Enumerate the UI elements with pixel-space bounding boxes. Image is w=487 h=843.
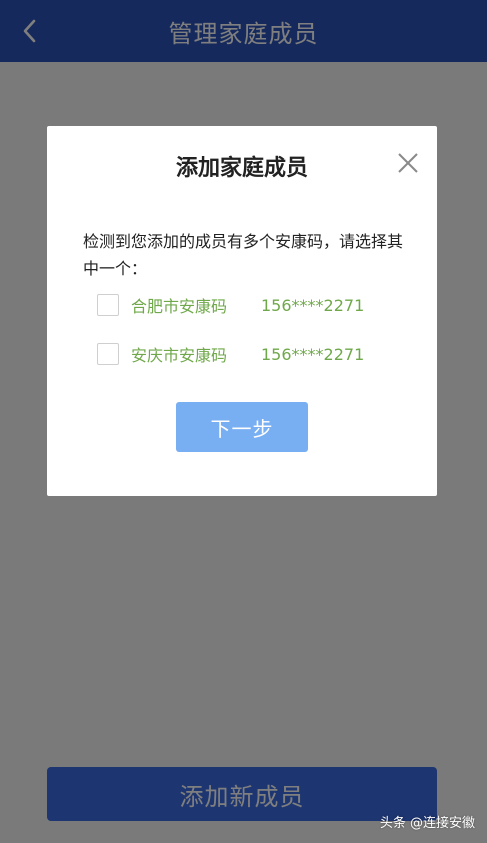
close-icon <box>398 153 418 173</box>
option-name: 合肥市安康码 <box>131 297 228 316</box>
option-phone: 156****2271 <box>261 295 365 315</box>
watermark: 头条 @连接安徽 <box>379 816 475 831</box>
checkbox[interactable] <box>97 343 119 365</box>
option-name: 安庆市安康码 <box>131 346 228 365</box>
next-step-button[interactable]: 下一步 <box>176 402 308 452</box>
dialog-title: 添加家庭成员 <box>175 156 308 181</box>
add-family-member-dialog: 添加家庭成员 检测到您添加的成员有多个安康码，请选择其中一个： 合肥市安康码 1… <box>47 126 437 496</box>
checkbox[interactable] <box>97 294 119 316</box>
option-anqing[interactable]: 安庆市安康码 156****2271 <box>97 341 397 367</box>
screen: 管理家庭成员 添加新成员 添加家庭成员 检测到您添加的成员有多个安康码，请选择其… <box>0 0 487 843</box>
option-phone: 156****2271 <box>261 344 365 364</box>
option-hefei[interactable]: 合肥市安康码 156****2271 <box>97 292 397 318</box>
dialog-message: 检测到您添加的成员有多个安康码，请选择其中一个： <box>83 232 404 278</box>
close-button[interactable] <box>395 150 421 176</box>
